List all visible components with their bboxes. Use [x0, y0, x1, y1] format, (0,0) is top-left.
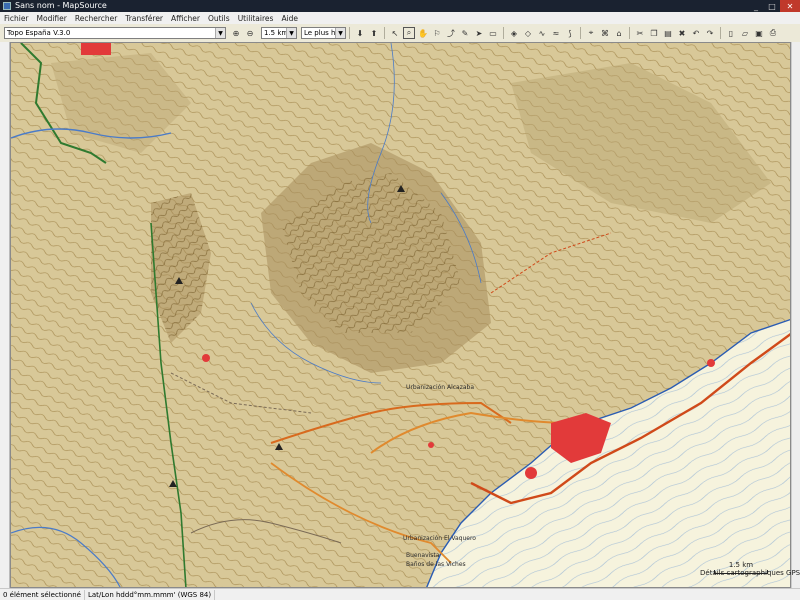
paste-icon[interactable]: ▤ — [662, 27, 674, 39]
cursor-tool-icon[interactable]: ➤ — [473, 27, 485, 39]
maximize-button[interactable]: □ — [764, 0, 780, 12]
new-file-icon[interactable]: ▯ — [725, 27, 737, 39]
print-icon[interactable]: ⎙ — [767, 27, 779, 39]
map-label-town: Urbanización El Vaquero — [403, 535, 476, 542]
chevron-down-icon: ▼ — [215, 28, 225, 38]
zoom-select-value: 1.5 km — [264, 29, 289, 37]
map-view[interactable]: Urbanización Alcazaba Urbanización El Va… — [10, 42, 791, 588]
measure-tool-icon[interactable]: ▭ — [487, 27, 499, 39]
product-select[interactable]: Topo España V.3.0 ▼ — [4, 27, 226, 39]
map-label-town: Urbanización Alcazaba — [406, 384, 475, 391]
hand-tool-icon[interactable]: ✋ — [417, 27, 429, 39]
zoom-in-icon[interactable]: ⊕ — [230, 27, 242, 39]
menu-afficher[interactable]: Afficher — [167, 14, 204, 23]
find-address-icon[interactable]: ⌂ — [613, 27, 625, 39]
chevron-down-icon: ▼ — [286, 28, 296, 38]
menu-utilitaires[interactable]: Utilitaires — [234, 14, 278, 23]
zoom-select[interactable]: 1.5 km ▼ — [261, 27, 297, 39]
find-places-icon[interactable]: ⌘ — [599, 27, 611, 39]
menu-outils[interactable]: Outils — [204, 14, 234, 23]
topographic-map — [11, 43, 790, 587]
track-edit-icon[interactable]: ∿ — [536, 27, 548, 39]
chevron-down-icon: ▼ — [335, 28, 345, 38]
send-to-device-icon[interactable]: ⬆ — [368, 27, 380, 39]
toolbar-separator — [629, 27, 630, 39]
vertical-scrollbar[interactable] — [791, 42, 800, 588]
delete-icon[interactable]: ✖ — [676, 27, 688, 39]
toolbar-separator — [503, 27, 504, 39]
coordinate-format: Lat/Lon hddd°mm.mmm' (WGS 84) — [85, 589, 216, 600]
menu-aide[interactable]: Aide — [277, 14, 302, 23]
menu-rechercher[interactable]: Rechercher — [71, 14, 121, 23]
receive-from-device-icon[interactable]: ⬇ — [354, 27, 366, 39]
track-join-icon[interactable]: ⟆ — [564, 27, 576, 39]
zoom-out-icon[interactable]: ⊖ — [244, 27, 256, 39]
redo-icon[interactable]: ↷ — [704, 27, 716, 39]
toolbar-separator — [580, 27, 581, 39]
copy-icon[interactable]: ❐ — [648, 27, 660, 39]
status-bar: 0 élément sélectionné Lat/Lon hddd°mm.mm… — [0, 588, 800, 600]
left-panel-edge — [0, 42, 10, 588]
track-tool-icon[interactable]: ✎ — [459, 27, 471, 39]
close-button[interactable]: ✕ — [780, 0, 800, 12]
app-icon — [3, 2, 11, 10]
minimize-button[interactable]: _ — [748, 0, 764, 12]
map-credit: Détails cartographiques GPS — [700, 569, 800, 577]
route-tool-icon[interactable]: ⤴ — [445, 27, 457, 39]
toolbar-separator — [384, 27, 385, 39]
waypoint-tool-icon[interactable]: ⚐ — [431, 27, 443, 39]
selection-status: 0 élément sélectionné — [0, 589, 85, 600]
open-folder-icon[interactable]: ▱ — [739, 27, 751, 39]
toolbar-separator — [720, 27, 721, 39]
cut-icon[interactable]: ✂ — [634, 27, 646, 39]
map-label-town: Baños de las Viches — [406, 561, 466, 568]
map-select-icon[interactable]: ◇ — [522, 27, 534, 39]
undo-icon[interactable]: ↶ — [690, 27, 702, 39]
menu-transferer[interactable]: Transférer — [121, 14, 167, 23]
map-tool-icon[interactable]: ◈ — [508, 27, 520, 39]
track-divide-icon[interactable]: ≈ — [550, 27, 562, 39]
product-select-value: Topo España V.3.0 — [7, 29, 71, 37]
detail-select[interactable]: Le plus haut ▼ — [301, 27, 346, 39]
menu-modifier[interactable]: Modifier — [33, 14, 71, 23]
toolbar-separator — [349, 27, 350, 39]
map-label-town: Buenavista — [406, 552, 440, 559]
menu-fichier[interactable]: Fichier — [0, 14, 33, 23]
window-title: Sans nom - MapSource — [15, 1, 107, 10]
find-icon[interactable]: ⌖ — [585, 27, 597, 39]
toolbar: Topo España V.3.0 ▼ ⊕ ⊖ 1.5 km ▼ Le plus… — [0, 24, 800, 43]
zoom-tool-icon[interactable]: ⌕ — [403, 27, 415, 39]
title-bar: Sans nom - MapSource _ □ ✕ — [0, 0, 800, 12]
select-tool-icon[interactable]: ↖ — [389, 27, 401, 39]
save-icon[interactable]: ▣ — [753, 27, 765, 39]
scale-bar-label: 1.5 km — [728, 561, 754, 569]
